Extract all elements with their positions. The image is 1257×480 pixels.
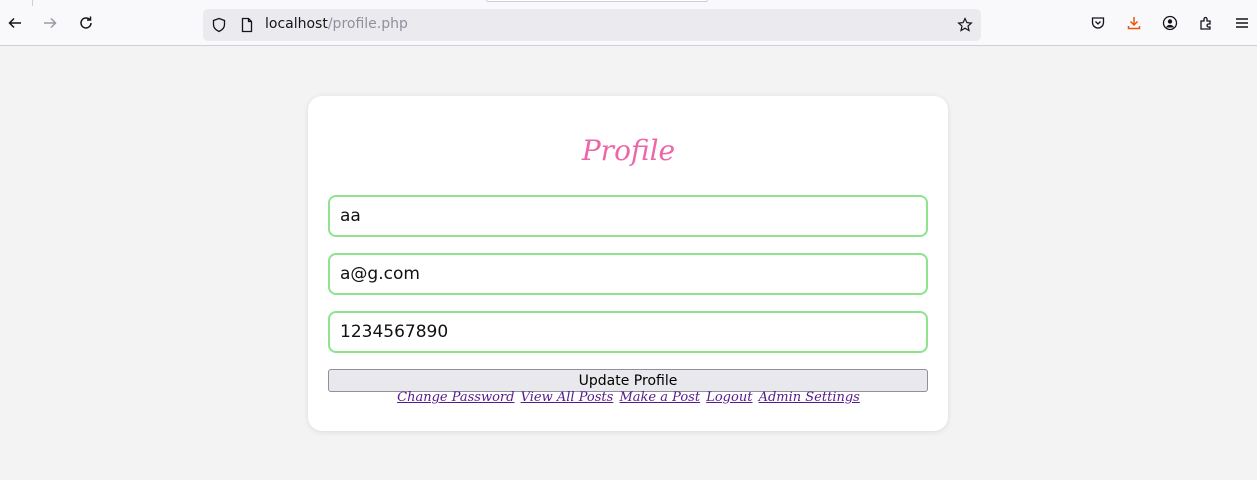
active-tab-edge — [486, 0, 708, 2]
forward-button[interactable] — [36, 9, 64, 37]
update-profile-button[interactable]: Update Profile — [328, 369, 928, 392]
browser-toolbar: localhost/profile.php — [0, 0, 1257, 46]
phone-field[interactable] — [328, 311, 928, 353]
reload-button[interactable] — [72, 9, 100, 37]
view-all-posts-link[interactable]: View All Posts — [521, 390, 614, 405]
menu-button[interactable] — [1228, 9, 1256, 37]
extensions-button[interactable] — [1192, 9, 1220, 37]
pocket-button[interactable] — [1084, 9, 1112, 37]
pocket-icon — [1091, 17, 1105, 29]
download-icon — [1127, 17, 1141, 30]
url-text[interactable]: localhost/profile.php — [265, 16, 408, 32]
downloads-button[interactable] — [1120, 9, 1148, 37]
address-bar[interactable]: localhost/profile.php — [203, 9, 981, 41]
page-icon[interactable] — [239, 17, 255, 33]
tab-divider — [32, 0, 33, 6]
forward-icon — [44, 17, 57, 29]
star-icon[interactable] — [957, 17, 973, 33]
reload-icon — [80, 16, 92, 29]
account-icon — [1162, 15, 1178, 31]
email-field[interactable] — [328, 253, 928, 295]
back-icon — [8, 17, 21, 29]
change-password-link[interactable]: Change Password — [397, 390, 514, 405]
logout-link[interactable]: Logout — [706, 390, 752, 405]
back-button[interactable] — [1, 9, 29, 37]
extensions-icon — [1200, 16, 1211, 30]
admin-settings-link[interactable]: Admin Settings — [759, 390, 860, 405]
page-title: Profile — [581, 134, 676, 167]
username-field[interactable] — [328, 195, 928, 237]
profile-links: Change Password View All Posts Make a Po… — [0, 390, 1257, 405]
shield-icon[interactable] — [211, 17, 227, 33]
account-button[interactable] — [1156, 9, 1184, 37]
menu-icon — [1236, 18, 1248, 28]
make-a-post-link[interactable]: Make a Post — [619, 390, 700, 405]
